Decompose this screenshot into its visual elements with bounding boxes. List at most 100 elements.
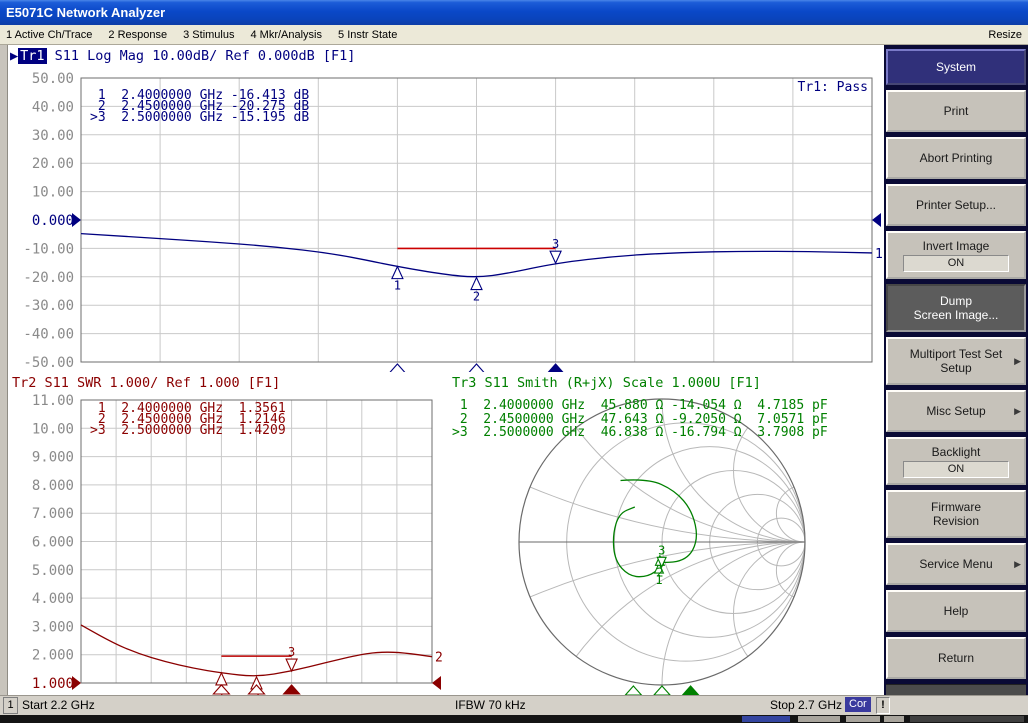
alert-indicator[interactable]: !: [876, 697, 890, 714]
svg-text:3: 3: [658, 543, 665, 557]
tr1-label-chip[interactable]: Tr1: [18, 48, 46, 64]
softkey-label: Revision: [933, 514, 979, 528]
softkey-label: System: [936, 60, 976, 74]
softkey-label: Multiport Test Set: [910, 347, 1002, 361]
status-bar: 1 Start 2.2 GHz IFBW 70 kHz Stop 2.7 GHz…: [0, 695, 1028, 716]
softkey-abort-printing[interactable]: Abort Printing: [886, 137, 1026, 179]
svg-text:4.000: 4.000: [32, 591, 74, 607]
sweep-stop-label: Stop 2.7 GHz: [770, 698, 842, 712]
softkey-label: Print: [944, 104, 969, 118]
submenu-arrow-icon: ▶: [1014, 557, 1021, 571]
svg-text:5.000: 5.000: [32, 563, 74, 579]
correction-badge: Cor: [845, 697, 871, 712]
svg-text:-30.00: -30.00: [23, 298, 74, 314]
svg-text:9.000: 9.000: [32, 450, 74, 466]
softkey-label: Invert Image: [923, 239, 990, 253]
taskbar-button-fragment: [798, 716, 840, 722]
menu-item-resize[interactable]: Resize: [988, 29, 1022, 41]
svg-text:1: 1: [394, 279, 401, 293]
svg-text:20.00: 20.00: [32, 156, 74, 172]
menu-bar: 1 Active Ch/Trace 2 Response 3 Stimulus 4 M…: [0, 25, 1028, 45]
softkey-label: Misc Setup: [926, 404, 985, 418]
softkey-label: Setup: [940, 361, 971, 375]
svg-text:50.00: 50.00: [32, 71, 74, 87]
svg-text:2.000: 2.000: [32, 648, 74, 664]
ifbw-label: IFBW 70 kHz: [455, 698, 526, 712]
app-window: E5071C Network Analyzer 1 Active Ch/Trac…: [0, 0, 1028, 723]
svg-text:7.000: 7.000: [32, 506, 74, 522]
softkey-label: Screen Image...: [914, 308, 999, 322]
toggle-state[interactable]: ON: [903, 461, 1009, 478]
tr2-label[interactable]: Tr2: [12, 375, 36, 391]
softkey-label: Backlight: [932, 445, 981, 459]
softkey-label: Return: [938, 651, 974, 665]
svg-text:11.00: 11.00: [32, 393, 74, 409]
softkey-menu: System Print Abort Printing Printer Setup..…: [884, 45, 1028, 695]
softkey-invert-image[interactable]: Invert Image ON: [886, 231, 1026, 279]
softkey-multiport-test-set-setup[interactable]: Multiport Test SetSetup ▶: [886, 337, 1026, 385]
softkey-misc-setup[interactable]: Misc Setup ▶: [886, 390, 1026, 432]
menu-item-5-instr-state[interactable]: 5 Instr State: [338, 29, 397, 41]
svg-text:2: 2: [473, 290, 480, 304]
softkey-label: Printer Setup...: [916, 198, 996, 212]
tr1-marker-readout: 1 2.4000000 GHz -16.413 dB 2 2.4500000 G…: [90, 90, 309, 123]
svg-text:1.000: 1.000: [32, 676, 74, 692]
window-title: E5071C Network Analyzer: [6, 5, 165, 20]
softkey-return[interactable]: Return: [886, 637, 1026, 679]
svg-text:2: 2: [656, 565, 663, 579]
svg-text:3.000: 3.000: [32, 619, 74, 635]
svg-text:2: 2: [435, 651, 443, 666]
svg-text:-40.00: -40.00: [23, 327, 74, 343]
submenu-arrow-icon: ▶: [1014, 404, 1021, 418]
tr3-label[interactable]: Tr3: [452, 375, 476, 391]
active-trace-arrow: ▶: [10, 48, 18, 64]
softkey-help[interactable]: Help: [886, 590, 1026, 632]
svg-text:-50.00: -50.00: [23, 355, 74, 371]
channel-indicator: 1: [3, 697, 18, 714]
tr1-params: S11 Log Mag 10.00dB/ Ref 0.000dB [F1]: [47, 48, 356, 64]
sweep-start-label: Start 2.2 GHz: [22, 698, 95, 712]
svg-text:40.00: 40.00: [32, 99, 74, 115]
menu-item-1-active-ch-trace[interactable]: 1 Active Ch/Trace: [6, 29, 92, 41]
softkey-dump-screen-image[interactable]: DumpScreen Image...: [886, 284, 1026, 332]
softkey-label: Firmware: [931, 500, 981, 514]
softkey-empty-area: [886, 684, 1026, 695]
softkey-printer-setup[interactable]: Printer Setup...: [886, 184, 1026, 226]
svg-text:10.00: 10.00: [32, 185, 74, 201]
svg-text:0.000: 0.000: [32, 213, 74, 229]
svg-text:3: 3: [288, 645, 295, 659]
tr2-header: Tr2 S11 SWR 1.000/ Ref 1.000 [F1]: [12, 375, 280, 391]
clipped-taskbar: [0, 715, 1028, 723]
softkey-print[interactable]: Print: [886, 90, 1026, 132]
tr1-pass-status: Tr1: Pass: [720, 80, 868, 95]
tr3-header: Tr3 S11 Smith (R+jX) Scale 1.000U [F1]: [452, 375, 761, 391]
taskbar-clock-fragment: [910, 716, 1024, 722]
tr3-marker-readout: 1 2.4000000 GHz 45.880 Ω -14.054 Ω 4.718…: [452, 399, 828, 440]
menu-item-3-stimulus[interactable]: 3 Stimulus: [183, 29, 234, 41]
svg-text:8.000: 8.000: [32, 478, 74, 494]
softkey-service-menu[interactable]: Service Menu ▶: [886, 543, 1026, 585]
svg-text:6.000: 6.000: [32, 535, 74, 551]
softkey-label: Help: [944, 604, 969, 618]
tr3-params: S11 Smith (R+jX) Scale 1.000U [F1]: [476, 375, 760, 391]
svg-text:1: 1: [875, 247, 883, 262]
menu-item-4-mkr-analysis[interactable]: 4 Mkr/Analysis: [250, 29, 322, 41]
softkey-label: Dump: [940, 294, 972, 308]
softkey-label: Service Menu: [919, 557, 992, 571]
menu-item-2-response[interactable]: 2 Response: [108, 29, 167, 41]
tr2-params: S11 SWR 1.000/ Ref 1.000 [F1]: [36, 375, 280, 391]
svg-text:3: 3: [552, 237, 559, 251]
tr1-header: ▶Tr1 S11 Log Mag 10.00dB/ Ref 0.000dB [F…: [10, 48, 355, 64]
softkey-system[interactable]: System: [886, 49, 1026, 85]
svg-text:30.00: 30.00: [32, 128, 74, 144]
svg-text:-20.00: -20.00: [23, 270, 74, 286]
softkey-firmware-revision[interactable]: FirmwareRevision: [886, 490, 1026, 538]
submenu-arrow-icon: ▶: [1014, 354, 1021, 368]
svg-text:-10.00: -10.00: [23, 241, 74, 257]
taskbar-button-fragment: [884, 716, 904, 722]
tr2-marker-readout: 1 2.4000000 GHz 1.3561 2 2.4500000 GHz 1…: [90, 403, 286, 436]
toggle-state[interactable]: ON: [903, 255, 1009, 272]
softkey-label: Abort Printing: [920, 151, 993, 165]
softkey-backlight[interactable]: Backlight ON: [886, 437, 1026, 485]
svg-text:10.00: 10.00: [32, 421, 74, 437]
